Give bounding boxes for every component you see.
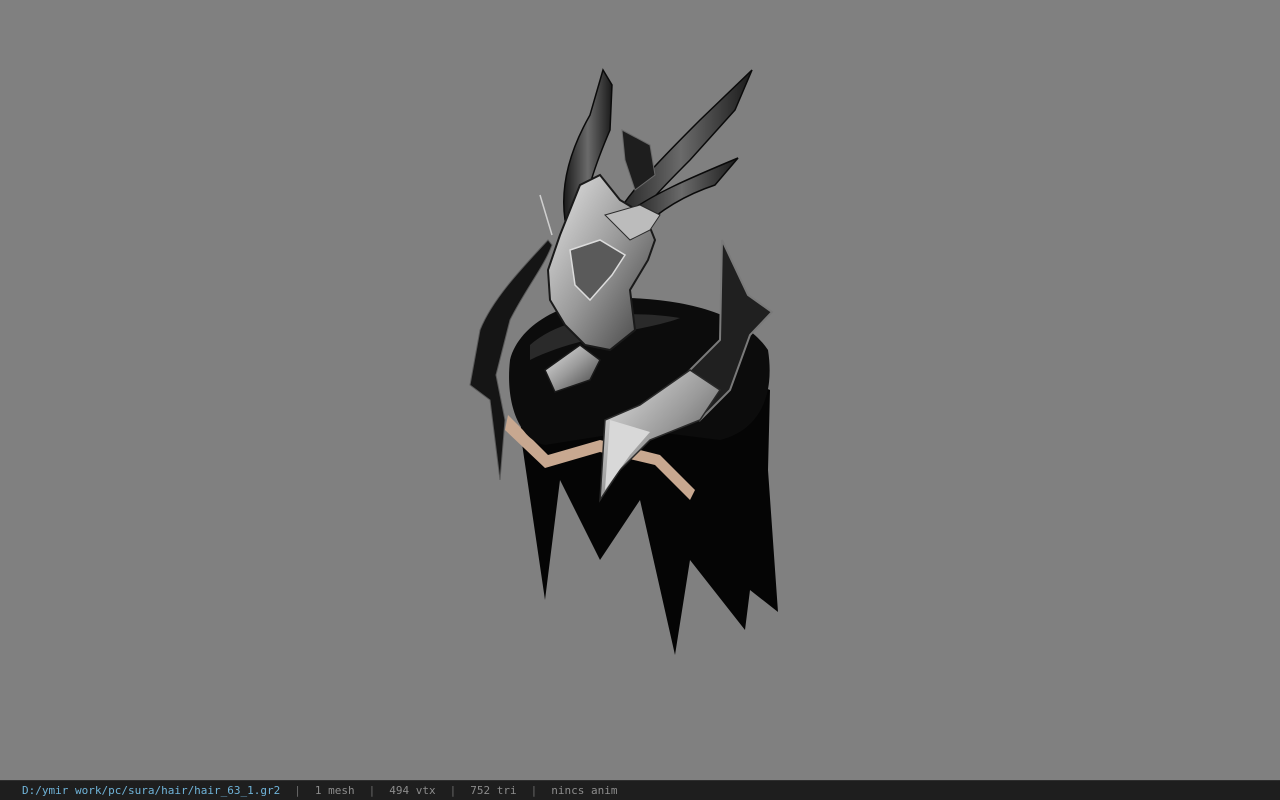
helm-feeler xyxy=(539,194,553,236)
status-separator: | xyxy=(368,784,376,797)
file-path: D:/ymir work/pc/sura/hair/hair_63_1.gr2 xyxy=(22,784,281,797)
vertex-count: 494 vtx xyxy=(389,784,436,797)
status-bar: D:/ymir work/pc/sura/hair/hair_63_1.gr2 … xyxy=(0,780,1280,800)
mesh-count: 1 mesh xyxy=(314,784,355,797)
status-separator: | xyxy=(294,784,301,797)
status-separator: | xyxy=(449,784,457,797)
triangle-count: 752 tri xyxy=(470,784,517,797)
3d-viewport[interactable] xyxy=(0,0,1280,780)
animation-status: nincs anim xyxy=(551,784,618,797)
hair-model-icon[interactable] xyxy=(0,0,1280,780)
status-separator: | xyxy=(530,784,538,797)
